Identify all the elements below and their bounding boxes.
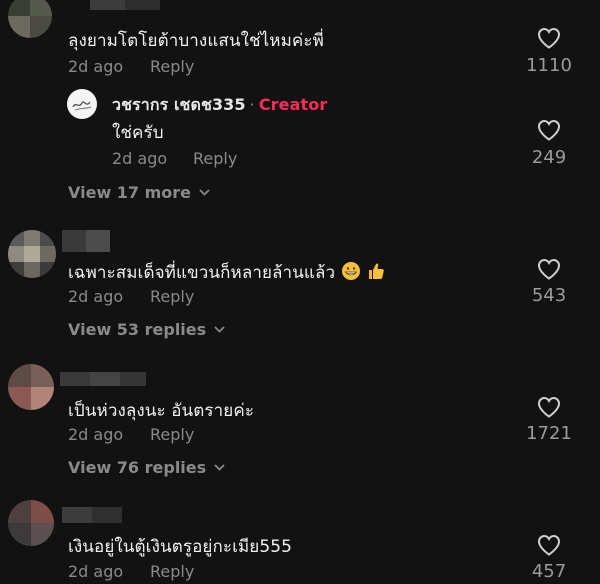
like-count: 543 xyxy=(531,285,567,306)
avatar[interactable] xyxy=(8,230,56,278)
grinning-face-icon xyxy=(341,262,360,280)
view-more-label: View 17 more xyxy=(68,183,192,202)
chevron-down-icon xyxy=(199,189,210,196)
comment-age: 2d ago xyxy=(68,57,124,76)
creator-username[interactable]: วชรากร เชดช335 xyxy=(112,95,246,114)
signature-logo-icon xyxy=(72,101,92,111)
heart-outline-icon[interactable] xyxy=(537,534,561,556)
view-replies-button[interactable]: View 53 replies xyxy=(68,320,225,339)
heart-outline-icon[interactable] xyxy=(537,396,561,418)
reply-age: 2d ago xyxy=(112,149,168,168)
heart-outline-icon[interactable] xyxy=(537,258,561,280)
username-blurred[interactable] xyxy=(90,0,160,10)
comment-age: 2d ago xyxy=(68,562,124,581)
like-count: 249 xyxy=(531,147,567,168)
comment-age: 2d ago xyxy=(68,425,124,444)
like-count: 457 xyxy=(531,561,567,582)
reply-button[interactable]: Reply xyxy=(150,57,194,76)
view-more-replies-button[interactable]: View 17 more xyxy=(68,183,210,202)
like-count: 1110 xyxy=(526,55,572,76)
comment-age: 2d ago xyxy=(68,287,124,306)
chevron-down-icon xyxy=(214,464,225,471)
like-count: 1721 xyxy=(526,423,572,444)
comment-text: เป็นห่วงลุงนะ อันตรายค่ะ xyxy=(68,401,255,421)
comment-text: เฉพาะสมเด็จที่แขวนก็หลายล้านแล้ว xyxy=(68,259,386,286)
heart-outline-icon[interactable] xyxy=(537,119,561,141)
avatar[interactable] xyxy=(8,500,54,546)
creator-badge: Creator xyxy=(258,95,328,114)
reply-text: ใช่ครับ xyxy=(112,123,164,143)
comment-text: ลุงยามโตโยต้าบางแสนใช่ไหมค่ะพี่ xyxy=(68,31,324,51)
reply-header: วชรากร เชดช335 · Creator xyxy=(112,93,327,118)
comment-text: เงินอยู่ในตู้เงินตรูอยู่กะเมีย555 xyxy=(68,537,293,557)
thumbs-up-icon xyxy=(369,263,384,279)
username-blurred[interactable] xyxy=(60,372,146,386)
reply-button[interactable]: Reply xyxy=(150,562,194,581)
heart-outline-icon[interactable] xyxy=(537,27,561,49)
reply-button[interactable]: Reply xyxy=(150,287,194,306)
view-replies-label: View 53 replies xyxy=(68,320,207,339)
username-blurred[interactable] xyxy=(62,230,110,252)
avatar[interactable] xyxy=(8,364,54,410)
reply-button[interactable]: Reply xyxy=(193,149,237,168)
view-replies-label: View 76 replies xyxy=(68,458,207,477)
comment-text-body: เฉพาะสมเด็จที่แขวนก็หลายล้านแล้ว xyxy=(68,263,336,283)
reply-button[interactable]: Reply xyxy=(150,425,194,444)
view-replies-button[interactable]: View 76 replies xyxy=(68,458,225,477)
separator-dot: · xyxy=(249,95,255,114)
username-blurred[interactable] xyxy=(62,507,122,523)
avatar[interactable] xyxy=(8,0,52,38)
chevron-down-icon xyxy=(214,326,225,333)
creator-avatar[interactable] xyxy=(67,89,97,119)
